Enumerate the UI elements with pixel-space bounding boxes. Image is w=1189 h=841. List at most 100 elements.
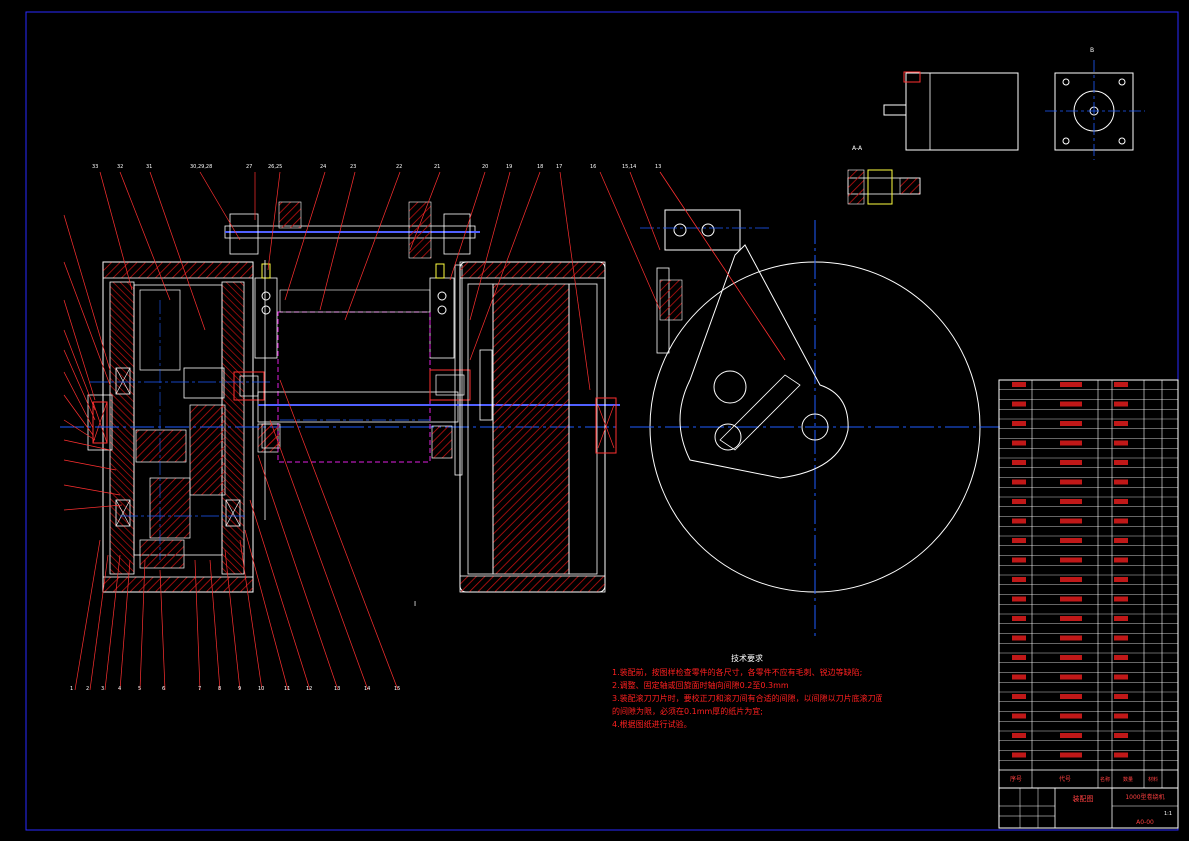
bom-cell-mark <box>1060 733 1082 738</box>
bom-header-name: 名称 <box>1100 776 1110 783</box>
svg-text:27: 27 <box>246 164 252 170</box>
bom-cell-mark <box>1114 655 1128 660</box>
bom-cell-mark <box>1012 752 1026 758</box>
title-block-scale: 1:1 <box>1164 811 1172 817</box>
bom-header-material: 材料 <box>1148 776 1158 783</box>
title-block-sheet: 装配图 <box>1073 794 1094 803</box>
svg-text:31: 31 <box>146 164 152 170</box>
bom-cell-mark <box>1012 694 1026 699</box>
bom-cell-mark <box>1114 733 1128 738</box>
bom-cell-mark <box>1060 577 1082 582</box>
gear-2 <box>149 477 191 539</box>
bom-cell-mark <box>1114 518 1128 524</box>
bom-cell-mark <box>1114 499 1128 504</box>
bom-cell-mark <box>1114 713 1128 719</box>
side-view <box>630 171 1000 640</box>
svg-text:10: 10 <box>258 686 264 692</box>
left-roller-bottom-rubber <box>102 576 254 593</box>
bom-cell-mark <box>1012 733 1026 738</box>
bom-cell-mark <box>1114 596 1128 602</box>
upper-block-left <box>278 201 302 229</box>
svg-text:17: 17 <box>556 164 562 170</box>
bom-cell-mark <box>1114 557 1128 563</box>
svg-text:18: 18 <box>537 164 543 170</box>
bom-cell-mark <box>1060 557 1082 563</box>
bom-cell-mark <box>1012 538 1026 543</box>
bom-cell-mark <box>1060 479 1082 485</box>
svg-text:21: 21 <box>434 164 440 170</box>
svg-text:30,29,28: 30,29,28 <box>190 164 212 170</box>
bom-cell-mark <box>1114 752 1128 758</box>
bill-of-materials: 序号 代号 名称 数量 材料 装配图 1000型卷绕机 1:1 A0-00 <box>998 379 1179 829</box>
bom-cell-mark <box>1060 382 1082 387</box>
note-line-3: 3.装配滚刀刀片时，要校正刀和滚刀间有合适的间隙，以间隙以刀片底滚刀面 <box>612 694 882 703</box>
motor-views <box>847 60 1145 205</box>
bom-cell-mark <box>1114 460 1128 465</box>
svg-text:2: 2 <box>86 686 89 692</box>
svg-text:1: 1 <box>70 686 73 692</box>
bom-cell-mark <box>1012 674 1026 680</box>
bom-cell-mark <box>1012 401 1026 407</box>
svg-text:15,14: 15,14 <box>622 164 636 170</box>
bom-cell-mark <box>1060 538 1082 543</box>
bom-cell-mark <box>1012 655 1026 660</box>
bom-cell-mark <box>1060 635 1082 641</box>
svg-text:32: 32 <box>117 164 123 170</box>
svg-text:19: 19 <box>506 164 512 170</box>
bom-cell-mark <box>1012 635 1026 641</box>
section-label-a: A-A <box>852 145 863 152</box>
bom-cell-mark <box>1114 674 1128 680</box>
swing-arm <box>679 244 849 479</box>
cutter-roll <box>277 311 431 463</box>
bom-header-code: 代号 <box>1059 775 1071 783</box>
svg-text:16: 16 <box>590 164 596 170</box>
bom-cell-mark <box>1012 382 1026 387</box>
title-block-number: A0-00 <box>1136 819 1154 826</box>
bom-cell-mark <box>1114 616 1128 621</box>
svg-text:13: 13 <box>655 164 661 170</box>
svg-text:15: 15 <box>394 686 400 692</box>
bom-cell-mark <box>1012 713 1026 719</box>
upper-block-right <box>408 201 432 259</box>
bom-cell-mark <box>1060 616 1082 621</box>
svg-text:14: 14 <box>364 686 370 692</box>
bom-cell-mark <box>1060 401 1082 407</box>
svg-text:20: 20 <box>482 164 488 170</box>
bom-cell-mark <box>1114 635 1128 641</box>
bom-cell-mark <box>1114 440 1128 446</box>
svg-text:4: 4 <box>118 686 121 692</box>
note-line-4: 的间隙为限，必须在0.1mm厚的纸片为宜; <box>612 707 764 716</box>
bom-cell-mark <box>1060 518 1082 524</box>
bom-cell-mark <box>1114 479 1128 485</box>
callout-numbers-bottom: 123 456 789 10 11 12 13 14 15 <box>70 686 400 692</box>
bom-cell-mark <box>1060 655 1082 660</box>
note-line-2: 2.调整、固定轴或回旋面时轴向间隙0.2至0.3mm <box>612 681 789 690</box>
bom-cell-mark <box>1012 440 1026 446</box>
bom-header-qty: 数量 <box>1123 776 1133 783</box>
bom-cell-mark <box>1060 694 1082 699</box>
bom-cell-mark <box>1012 421 1026 426</box>
svg-text:9: 9 <box>238 686 241 692</box>
svg-text:3: 3 <box>101 686 104 692</box>
bom-cell-mark <box>1060 499 1082 504</box>
note-line-1: 1.装配前，按图样检查零件的各尺寸，各零件不应有毛刺、锐边等缺陷; <box>612 668 863 677</box>
bom-cell-mark <box>1012 499 1026 504</box>
bom-cell-mark <box>1114 401 1128 407</box>
svg-text:13: 13 <box>334 686 340 692</box>
technical-requirements: 技术要求 1.装配前，按图样检查零件的各尺寸，各零件不应有毛刺、锐边等缺陷; 2… <box>612 652 882 731</box>
svg-text:33: 33 <box>92 164 98 170</box>
svg-text:8: 8 <box>218 686 221 692</box>
svg-text:24: 24 <box>320 164 326 170</box>
cad-drawing-canvas: 33 32 31 30,29,28 27 26,25 24 23 22 21 20 19 18 1… <box>25 11 1179 831</box>
svg-text:23: 23 <box>350 164 356 170</box>
bom-cell-mark <box>1012 460 1026 465</box>
bom-cell-mark <box>1060 421 1082 426</box>
right-roller-core <box>492 283 570 575</box>
svg-text:5: 5 <box>138 686 141 692</box>
bom-cell-mark <box>1114 577 1128 582</box>
gear-1 <box>135 429 187 463</box>
title-block-name: 1000型卷绕机 <box>1125 793 1164 801</box>
svg-text:7: 7 <box>198 686 201 692</box>
motor-body-side <box>905 72 1019 151</box>
bom-cell-mark <box>1114 694 1128 699</box>
